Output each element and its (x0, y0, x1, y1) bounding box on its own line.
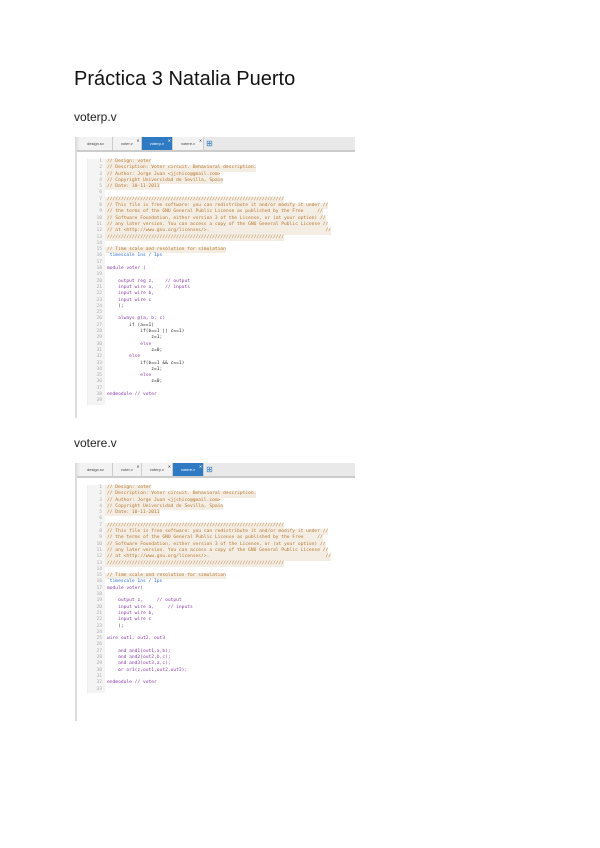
line-number: 33 (88, 686, 105, 693)
code-editor[interactable]: 1// Design: voter 2// Description: Voter … (87, 159, 355, 405)
close-tab-icon[interactable]: ✕ (168, 464, 171, 469)
code-text: endmodule // voter (107, 680, 157, 686)
close-tab-icon[interactable]: ✕ (168, 138, 171, 143)
editor-tab[interactable]: voterp.v ✕ (141, 463, 173, 476)
document-page: Práctica 3 Natalia Puerto voterp.v desig… (0, 0, 600, 848)
tab-label: voterp.v (149, 467, 164, 472)
code-text: ////////////////////////////////////////… (105, 234, 285, 241)
close-tab-icon[interactable]: ✕ (136, 464, 139, 469)
code-text: or or1(z,out1,out2,out3); (107, 667, 188, 673)
code-editor[interactable]: 1// Design: voter 2// Description: Voter … (87, 485, 355, 693)
editor-tab[interactable]: votere.v ✕ (172, 137, 205, 150)
section-filename-voterp: voterp.v (74, 110, 117, 124)
tab-label: voterp.v (149, 141, 164, 146)
code-text: ////////////////////////////////////////… (105, 560, 285, 567)
code-text: module voter( (107, 585, 143, 591)
close-tab-icon[interactable]: ✕ (199, 138, 202, 143)
page-title: Práctica 3 Natalia Puerto (74, 68, 296, 90)
tab-label: design.sv (87, 467, 104, 472)
code-line: 39 (88, 398, 355, 405)
add-tab-icon[interactable]: ⊞ (204, 463, 215, 476)
tab-label: votere.v (180, 467, 196, 472)
tab-label: voter.v (120, 141, 133, 146)
editor-tab[interactable]: design.sv (79, 137, 113, 150)
editor-tab[interactable]: design.sv (79, 463, 113, 476)
code-text: ); (107, 303, 124, 309)
line-number: 39 (88, 398, 105, 405)
editor-tab[interactable]: voter.v ✕ (112, 463, 142, 476)
tab-label: votere.v (180, 141, 196, 146)
code-text: z=0; (107, 379, 163, 385)
code-text: ); (107, 623, 124, 629)
editor-tab-bar: design.sv voter.v ✕ voterp.v ✕ votere.v ✕ ⊞ (77, 137, 355, 152)
code-text: module voter ( (107, 266, 146, 272)
code-text: // Date: 10-11-2011 (105, 510, 160, 517)
close-tab-icon[interactable]: ✕ (199, 464, 202, 469)
editor-tab[interactable]: voter.v ✕ (112, 137, 142, 150)
editor-screenshot-voterp: design.sv voter.v ✕ voterp.v ✕ votere.v ✕ ⊞ 1// … (75, 137, 355, 418)
editor-screenshot-votere: design.sv voter.v ✕ voterp.v ✕ votere.v ✕ ⊞ 1// … (75, 463, 355, 721)
section-filename-votere: votere.v (74, 436, 117, 450)
tab-label: voter.v (120, 467, 133, 472)
editor-tab[interactable]: voterp.v ✕ (141, 137, 173, 150)
add-tab-icon[interactable]: ⊞ (204, 137, 215, 150)
editor-tab-bar: design.sv voter.v ✕ voterp.v ✕ votere.v ✕ ⊞ (77, 463, 355, 478)
code-text: // Date: 10-11-2011 (105, 184, 160, 191)
close-tab-icon[interactable]: ✕ (136, 138, 139, 143)
tab-label: design.sv (87, 141, 104, 146)
code-text: `timescale 1ns / 1ps (107, 253, 163, 259)
editor-tab[interactable]: votere.v ✕ (172, 463, 205, 476)
code-line: 33 (88, 686, 355, 693)
code-text: wire out1, out2, out3 (107, 636, 166, 642)
code-text: endmodule // voter (107, 391, 157, 397)
